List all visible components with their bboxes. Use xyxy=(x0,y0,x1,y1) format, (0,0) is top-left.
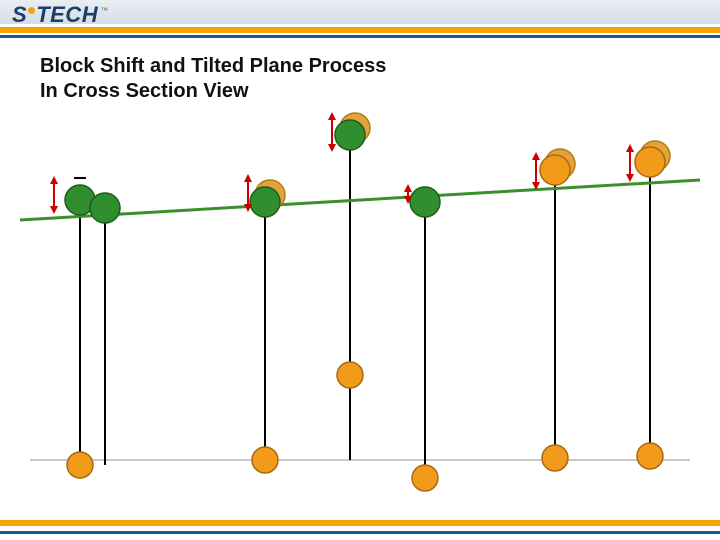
footer-blue-band xyxy=(0,531,720,534)
stems xyxy=(74,133,650,478)
footer-orange-band xyxy=(0,520,720,526)
logo-trademark: ™ xyxy=(100,6,109,15)
tilted-plane xyxy=(20,180,700,220)
logo-dot-icon xyxy=(28,7,35,14)
logo-text-rest: TECH xyxy=(36,2,98,28)
brand-logo: S TECH ™ xyxy=(12,2,109,28)
page-title: Block Shift and Tilted Plane Process In … xyxy=(40,54,386,104)
bottom-balls xyxy=(67,362,663,491)
title-line-1: Block Shift and Tilted Plane Process xyxy=(40,54,386,79)
cross-section-diagram xyxy=(0,100,720,500)
logo-text-s: S xyxy=(12,2,27,28)
slide: S TECH ™ Block Shift and Tilted Plane Pr… xyxy=(0,0,720,540)
top-balls xyxy=(65,120,665,223)
header-blue-band xyxy=(0,35,720,38)
